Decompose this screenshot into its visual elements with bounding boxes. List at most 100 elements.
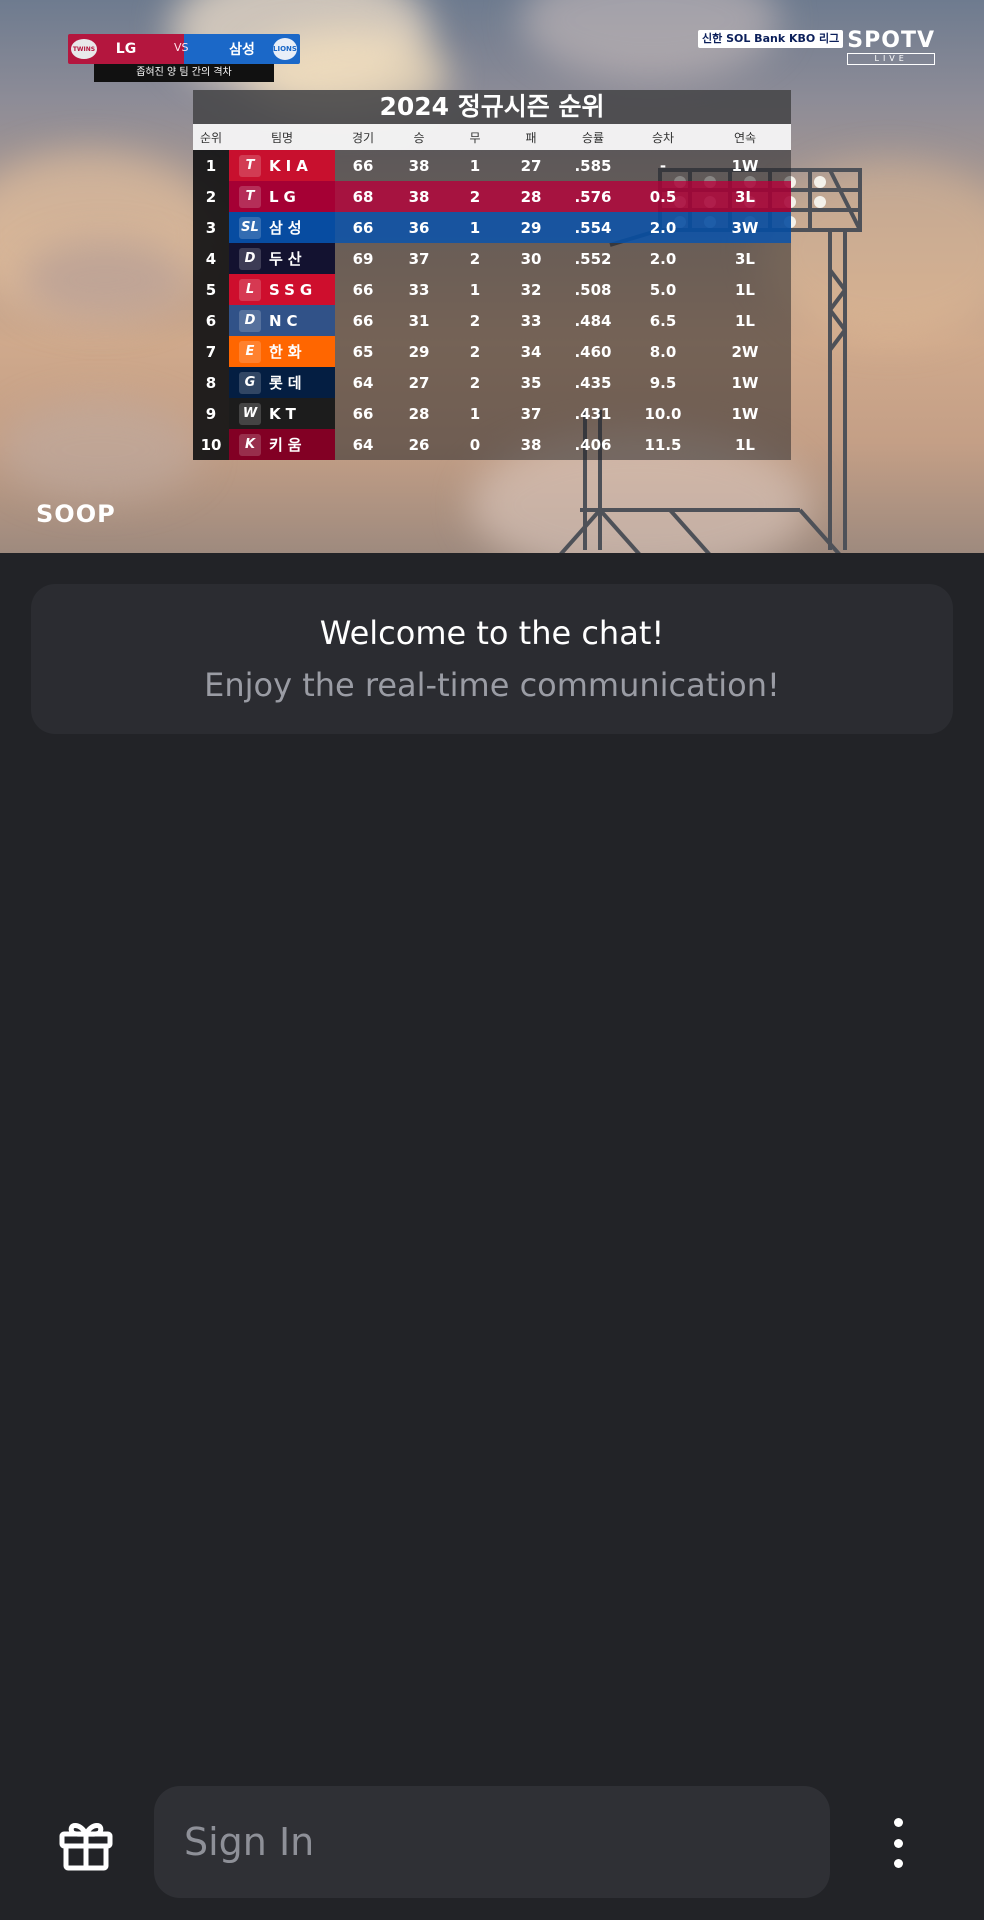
- standings-rows: 1 T KIA 66 38 1 27.585-1W 2 T LG 68 38 2 28.576 0.5 3L 3…: [193, 150, 791, 460]
- team-cell: G 롯데: [229, 367, 335, 398]
- team-cell: D 두산: [229, 243, 335, 274]
- losses-cell: 30: [520, 249, 542, 268]
- wins-cell: 38: [408, 187, 430, 206]
- video-player[interactable]: TWINS LG 삼성 LIONS VS 좁혀진 양 팀 간의 격차 신한 SO…: [0, 0, 984, 553]
- streak-cell: 1L: [735, 280, 755, 299]
- gift-icon[interactable]: [58, 1816, 114, 1872]
- team-logo-icon: W: [239, 402, 261, 425]
- games-cell: 69: [352, 249, 374, 268]
- team-logo-icon: T: [239, 185, 261, 208]
- chat-welcome-card: Welcome to the chat! Enjoy the real-time…: [31, 584, 953, 734]
- stats-cells: 64 26 0 38 .406 11.5 1L: [335, 429, 791, 460]
- losses-cell: 29: [520, 218, 542, 237]
- rank-cell: 1: [193, 150, 229, 181]
- lions-logo-icon: LIONS: [273, 38, 297, 60]
- draws-cell: 1: [469, 404, 481, 423]
- losses-cell: 38: [520, 435, 542, 454]
- standings-header-row: 순위 팀명 경기 승 무 패 승률 승차 연속: [193, 124, 791, 150]
- team-logo-icon: T: [239, 154, 261, 177]
- header-rank: 순위: [199, 130, 223, 145]
- standings-row: 9 W KT 66 28 1 37 .431 10.0 1W: [193, 398, 791, 429]
- standings-row: 10 K 키움 64 26 0 38 .406 11.5 1L: [193, 429, 791, 460]
- home-team-panel: TWINS LG: [68, 34, 184, 64]
- win-pct-cell: .552: [574, 249, 612, 268]
- standings-table: 2024 정규시즌 순위 순위 팀명 경기 승 무 패 승률 승차 연속 1TK…: [193, 90, 791, 460]
- rank-cell: 4: [193, 243, 229, 274]
- team-logo-icon: K: [239, 433, 261, 456]
- stats-cells: 64 27 2 35 .435 9.5 1W: [335, 367, 791, 398]
- team-name: 키움: [269, 436, 307, 454]
- stats-cells: 68 38 2 28 .576 0.5 3L: [335, 181, 791, 212]
- wins-cell: 33: [408, 280, 430, 299]
- games-cell: 66: [352, 311, 374, 330]
- sky-cloud: [20, 240, 190, 320]
- losses-cell: 34: [520, 342, 542, 361]
- welcome-title: Welcome to the chat!: [319, 614, 665, 652]
- draws-cell: 1: [469, 218, 481, 237]
- vs-label: VS: [174, 41, 189, 54]
- win-pct-cell: .435: [574, 373, 612, 392]
- team-name: 두산: [269, 250, 307, 268]
- team-name: KT: [269, 404, 301, 423]
- team-cell: SL 삼성: [229, 212, 335, 243]
- draws-cell: 2: [469, 249, 481, 268]
- win-pct-cell: .431: [574, 404, 612, 423]
- away-team-name: 삼성: [229, 42, 255, 58]
- standings-row: 3 SL 삼성 66 36 1 29 .554 2.0 3W: [193, 212, 791, 243]
- more-vertical-icon[interactable]: [884, 1818, 912, 1868]
- wins-cell: 38: [408, 156, 430, 175]
- streak-cell: 1W: [731, 373, 759, 392]
- draws-cell: 2: [469, 311, 481, 330]
- losses-cell: 37: [520, 404, 542, 423]
- team-name: NC: [269, 311, 303, 330]
- header-draws: 무: [469, 130, 481, 145]
- rank-cell: 5: [193, 274, 229, 305]
- twins-logo-icon: TWINS: [71, 39, 97, 59]
- draws-cell: 0: [469, 435, 481, 454]
- games-cell: 64: [352, 435, 374, 454]
- broadcaster-branding: 신한 SOL Bank KBO 리그 SPOTV LIVE: [698, 30, 936, 65]
- stats-cells: 66 38 1 27 .585 - 1W: [335, 150, 791, 181]
- draws-cell: 2: [469, 187, 481, 206]
- draws-cell: 2: [469, 342, 481, 361]
- header-losses: 패: [525, 130, 537, 145]
- games-cell: 64: [352, 373, 374, 392]
- stats-cells: 66 36 1 29 .554 2.0 3W: [335, 212, 791, 243]
- rank-cell: 6: [193, 305, 229, 336]
- draws-cell: 1: [469, 280, 481, 299]
- losses-cell: 28: [520, 187, 542, 206]
- home-team-name: LG: [115, 41, 137, 57]
- games-behind-cell: 5.0: [649, 280, 677, 299]
- games-cell: 66: [352, 280, 374, 299]
- header-wins: 승: [413, 130, 425, 145]
- losses-cell: 35: [520, 373, 542, 392]
- streak-cell: 1W: [731, 404, 759, 423]
- team-cell: T KIA: [229, 150, 335, 181]
- team-name: 한화: [269, 343, 307, 361]
- wins-cell: 36: [408, 218, 430, 237]
- scorebug: TWINS LG 삼성 LIONS VS 좁혀진 양 팀 간의 격차: [68, 34, 300, 82]
- header-streak: 연속: [733, 130, 757, 145]
- win-pct-cell: .554: [574, 218, 612, 237]
- rank-cell: 10: [193, 429, 229, 460]
- games-behind-cell: 9.5: [649, 373, 677, 392]
- win-pct-cell: .585: [574, 156, 612, 175]
- games-cell: 66: [352, 156, 374, 175]
- sky-cloud: [0, 400, 200, 500]
- wins-cell: 29: [408, 342, 430, 361]
- wins-cell: 31: [408, 311, 430, 330]
- team-cell: D NC: [229, 305, 335, 336]
- games-cell: 66: [352, 218, 374, 237]
- rank-cell: 8: [193, 367, 229, 398]
- streak-cell: 1L: [735, 311, 755, 330]
- live-badge: LIVE: [847, 53, 936, 65]
- away-team-panel: 삼성 LIONS: [184, 34, 300, 64]
- wins-cell: 37: [408, 249, 430, 268]
- wins-cell: 27: [408, 373, 430, 392]
- games-behind-cell: 11.5: [644, 435, 682, 454]
- standings-row: 4 D 두산 69 37 2 30 .552 2.0 3L: [193, 243, 791, 274]
- win-pct-cell: .460: [574, 342, 612, 361]
- stats-cells: 69 37 2 30 .552 2.0 3L: [335, 243, 791, 274]
- chat-sign-in-input[interactable]: Sign In: [154, 1786, 830, 1898]
- team-cell: T LG: [229, 181, 335, 212]
